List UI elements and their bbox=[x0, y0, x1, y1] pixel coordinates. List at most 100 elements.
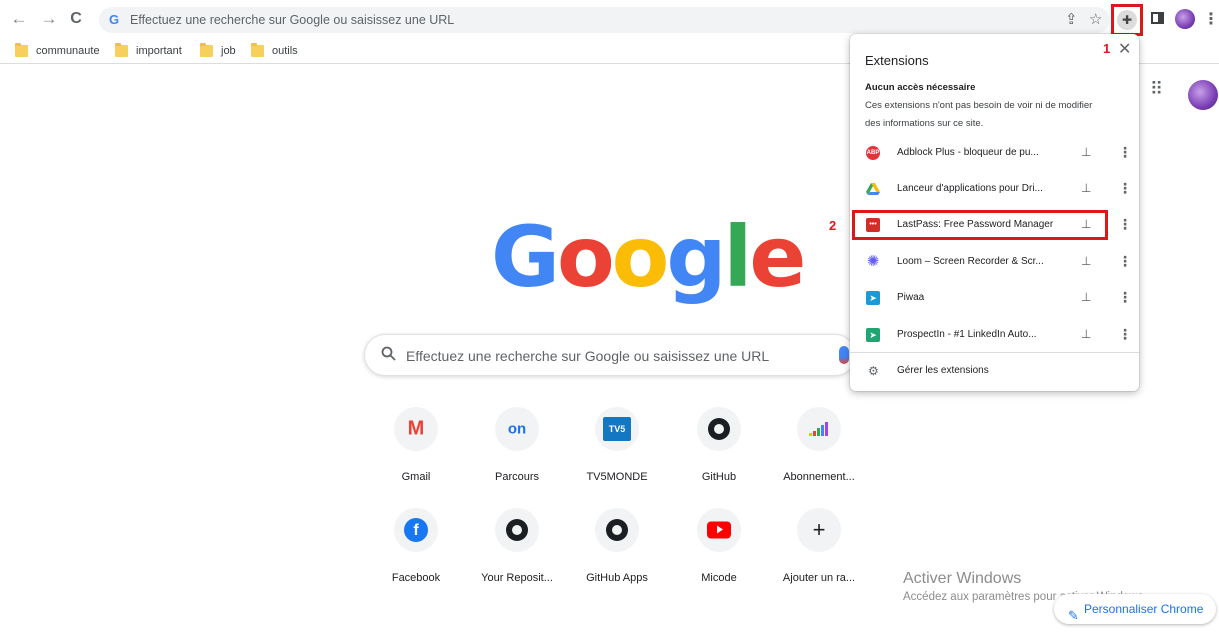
google-logo: Google bbox=[491, 208, 806, 306]
extensions-button[interactable]: ✚ bbox=[1111, 4, 1143, 36]
side-panel-icon[interactable] bbox=[1151, 12, 1164, 24]
plus-icon: + bbox=[812, 517, 826, 542]
forward-icon[interactable]: → bbox=[39, 9, 59, 29]
google-drive-icon bbox=[866, 183, 880, 195]
share-icon[interactable]: ⇪ bbox=[1065, 10, 1078, 28]
shortcut-github-apps[interactable]: GitHub Apps bbox=[567, 508, 667, 584]
github-icon bbox=[708, 418, 730, 440]
google-icon: G bbox=[109, 12, 120, 27]
more-icon[interactable]: ⋮ bbox=[1118, 253, 1132, 270]
loom-icon: ✺ bbox=[866, 253, 880, 270]
pin-icon[interactable]: ⊥ bbox=[1081, 254, 1091, 268]
address-bar-placeholder: Effectuez une recherche sur Google ou sa… bbox=[130, 13, 455, 27]
shortcut-abonnement[interactable]: Abonnement... bbox=[769, 407, 869, 483]
extension-item-loom[interactable]: ✺ Loom – Screen Recorder & Scr... ⊥ ⋮ bbox=[850, 247, 1139, 277]
shortcut-label: Abonnement... bbox=[783, 471, 855, 483]
close-icon[interactable]: ✕ bbox=[1118, 39, 1131, 59]
popup-title: Extensions bbox=[865, 53, 929, 68]
divider bbox=[850, 352, 1139, 353]
shortcut-label: Facebook bbox=[391, 572, 441, 584]
pin-icon[interactable]: ⊥ bbox=[1081, 290, 1091, 304]
browser-toolbar: ← → C G Effectuez une recherche sur Goog… bbox=[0, 0, 1219, 38]
openclassrooms-icon: on bbox=[507, 420, 527, 438]
shortcut-label: GitHub Apps bbox=[586, 572, 648, 584]
shortcut-tv5monde[interactable]: TV5 TV5MONDE bbox=[567, 407, 667, 483]
shortcut-label: Ajouter un ra... bbox=[782, 572, 856, 584]
pin-icon[interactable]: ⊥ bbox=[1081, 145, 1091, 159]
bookmark-folder-job[interactable]: job bbox=[200, 43, 236, 59]
more-icon[interactable]: ⋮ bbox=[1118, 289, 1132, 306]
extension-item-piwaa[interactable]: ➤ Piwaa ⊥ ⋮ bbox=[850, 283, 1139, 313]
pin-icon[interactable]: ⊥ bbox=[1081, 327, 1091, 341]
bookmark-label: outils bbox=[272, 45, 298, 57]
bookmark-label: important bbox=[136, 45, 182, 57]
search-placeholder: Effectuez une recherche sur Google ou sa… bbox=[406, 348, 770, 364]
shortcut-label: Parcours bbox=[494, 471, 540, 483]
microphone-icon[interactable] bbox=[839, 346, 849, 364]
folder-icon bbox=[200, 43, 213, 57]
extension-item-adblock[interactable]: ABP Adblock Plus - bloqueur de pu... ⊥ ⋮ bbox=[850, 138, 1139, 168]
shortcut-parcours[interactable]: on Parcours bbox=[467, 407, 567, 483]
more-icon[interactable]: ⋮ bbox=[1118, 216, 1132, 233]
prospectin-icon: ➤ bbox=[866, 328, 880, 342]
github-icon bbox=[506, 519, 528, 541]
extension-name: ProspectIn - #1 LinkedIn Auto... bbox=[897, 329, 1037, 340]
google-apps-icon[interactable]: ⠿ bbox=[1150, 80, 1168, 98]
google-search-input[interactable]: Effectuez une recherche sur Google ou sa… bbox=[364, 334, 856, 376]
bookmark-star-icon[interactable]: ☆ bbox=[1089, 10, 1102, 28]
gmail-icon: M bbox=[407, 417, 425, 440]
lastpass-highlight-box bbox=[852, 210, 1108, 240]
bookmark-folder-outils[interactable]: outils bbox=[251, 43, 298, 59]
folder-icon bbox=[115, 43, 128, 57]
profile-avatar[interactable] bbox=[1175, 9, 1195, 29]
section-title: Aucun accès nécessaire bbox=[865, 82, 976, 93]
customize-label: Personnaliser Chrome bbox=[1084, 602, 1204, 616]
shortcut-label: GitHub bbox=[701, 471, 737, 483]
back-icon[interactable]: ← bbox=[9, 9, 29, 29]
github-icon bbox=[606, 519, 628, 541]
shortcut-gmail[interactable]: M Gmail bbox=[366, 407, 466, 483]
youtube-icon bbox=[707, 521, 731, 539]
chrome-menu-icon[interactable]: ⋮ bbox=[1203, 9, 1219, 29]
bookmark-folder-communaute[interactable]: communaute bbox=[15, 43, 100, 59]
shortcut-label: Your Reposit... bbox=[481, 572, 553, 584]
pin-icon[interactable]: ⊥ bbox=[1081, 181, 1091, 195]
section-description: Ces extensions n'ont pas besoin de voir … bbox=[865, 100, 1093, 129]
reload-icon[interactable]: C bbox=[66, 9, 86, 29]
bookmark-folder-important[interactable]: important bbox=[115, 43, 182, 59]
shortcut-label: TV5MONDE bbox=[586, 471, 648, 483]
piwaa-icon: ➤ bbox=[866, 291, 880, 305]
shortcut-github[interactable]: GitHub bbox=[669, 407, 769, 483]
folder-icon bbox=[251, 43, 264, 57]
puzzle-icon: ✚ bbox=[1117, 10, 1137, 30]
extension-name: Piwaa bbox=[897, 292, 925, 303]
extension-name: Adblock Plus - bloqueur de pu... bbox=[897, 147, 1039, 158]
shortcut-facebook[interactable]: f Facebook bbox=[366, 508, 466, 584]
gear-icon: ⚙ bbox=[868, 364, 879, 378]
extension-item-prospectin[interactable]: ➤ ProspectIn - #1 LinkedIn Auto... ⊥ ⋮ bbox=[850, 320, 1139, 350]
customize-chrome-button[interactable]: ✎ Personnaliser Chrome bbox=[1054, 594, 1216, 624]
bookmark-label: communaute bbox=[36, 45, 100, 57]
shortcut-your-repositories[interactable]: Your Reposit... bbox=[467, 508, 567, 584]
shortcut-label: Gmail bbox=[401, 471, 431, 483]
account-avatar[interactable] bbox=[1188, 80, 1218, 110]
bookmark-label: job bbox=[221, 45, 236, 57]
facebook-icon: f bbox=[404, 518, 428, 542]
more-icon[interactable]: ⋮ bbox=[1118, 180, 1132, 197]
extension-item-drive-launcher[interactable]: Lanceur d'applications pour Dri... ⊥ ⋮ bbox=[850, 174, 1139, 204]
pencil-icon: ✎ bbox=[1068, 608, 1079, 623]
shortcut-micode[interactable]: Micode bbox=[669, 508, 769, 584]
manage-extensions-button[interactable]: ⚙ Gérer les extensions bbox=[850, 362, 1139, 382]
more-icon[interactable]: ⋮ bbox=[1118, 326, 1132, 343]
tv5monde-icon: TV5 bbox=[603, 417, 631, 441]
shortcut-add[interactable]: + Ajouter un ra... bbox=[769, 508, 869, 584]
annotation-number-2: 2 bbox=[829, 218, 837, 233]
adblock-icon: ABP bbox=[866, 146, 880, 160]
manage-extensions-label: Gérer les extensions bbox=[897, 365, 989, 376]
extension-name: Lanceur d'applications pour Dri... bbox=[897, 183, 1043, 194]
more-icon[interactable]: ⋮ bbox=[1118, 144, 1132, 161]
watermark-title: Activer Windows bbox=[903, 570, 1022, 587]
address-bar[interactable]: G Effectuez une recherche sur Google ou … bbox=[99, 7, 1110, 33]
shortcut-label: Micode bbox=[701, 572, 737, 584]
search-icon bbox=[381, 346, 396, 361]
